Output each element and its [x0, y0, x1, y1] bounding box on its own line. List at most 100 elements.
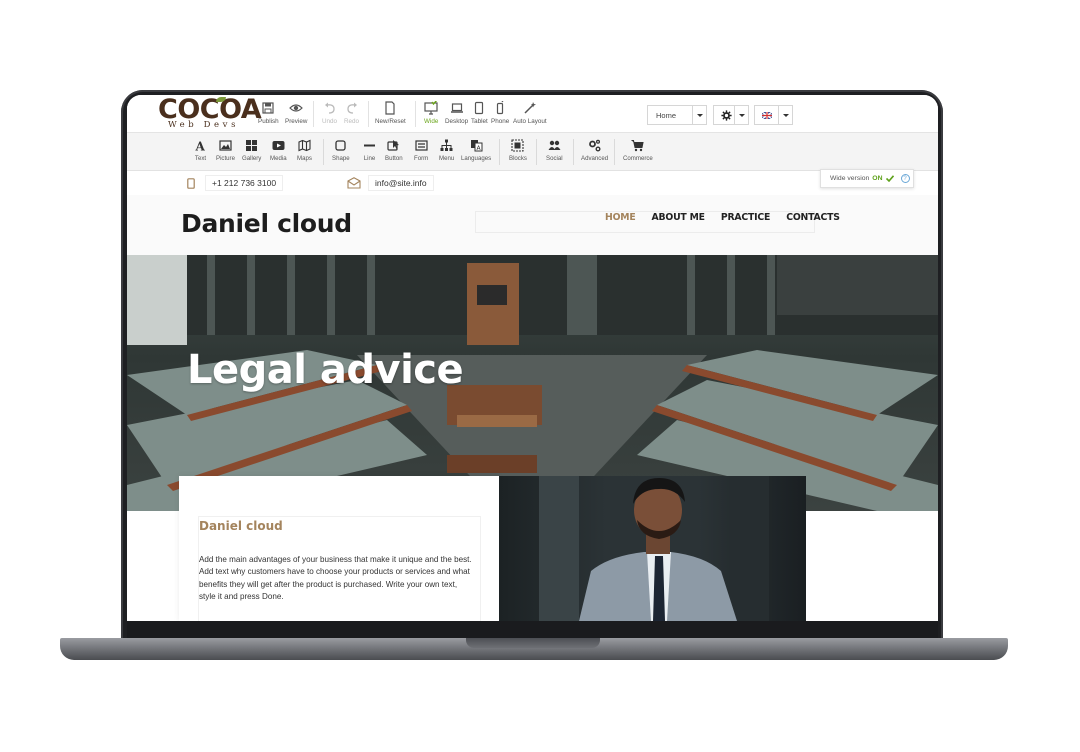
element-maps-button[interactable]: Maps [297, 139, 312, 162]
toolbar-divider [368, 101, 369, 127]
wide-view-button[interactable]: Wide [424, 101, 438, 125]
element-label: Picture [216, 155, 235, 162]
about-card: Daniel cloud Add the main advantages of … [179, 476, 499, 621]
element-gallery-button[interactable]: Gallery [242, 139, 261, 162]
element-label: Blocks [509, 155, 527, 162]
chevron-down-icon [778, 106, 792, 124]
element-line-button[interactable]: Line [363, 139, 376, 162]
eye-icon [289, 104, 304, 112]
toolbar-divider [323, 139, 324, 165]
publish-label: Publish [258, 118, 279, 125]
save-icon [262, 102, 274, 114]
text-icon: A [195, 140, 206, 153]
preview-button[interactable]: Preview [285, 101, 307, 125]
toolbar-divider [614, 139, 615, 165]
video-play-icon [272, 141, 285, 150]
element-label: Button [385, 155, 403, 162]
email-contact[interactable]: info@site.info [347, 175, 434, 191]
editor-topbar: COCOA Web Devs Publish Preview Undo Redo… [127, 95, 938, 133]
envelope-icon [347, 177, 361, 189]
help-icon[interactable]: ? [900, 174, 910, 183]
site-brand[interactable]: Daniel cloud [181, 209, 352, 238]
chevron-down-icon [734, 106, 748, 124]
sitemap-icon [440, 139, 453, 151]
undo-button[interactable]: Undo [322, 101, 337, 125]
element-form-button[interactable]: Form [414, 139, 428, 162]
element-label: Text [194, 155, 207, 162]
page-select-value: Home [656, 110, 677, 120]
phone-number: +1 212 736 3100 [205, 175, 284, 191]
element-advanced-button[interactable]: Advanced [581, 139, 608, 162]
form-icon [415, 140, 428, 151]
element-shape-button[interactable]: Shape [332, 139, 350, 162]
email-address: info@site.info [368, 175, 434, 191]
phone-contact[interactable]: +1 212 736 3100 [187, 175, 284, 191]
publish-button[interactable]: Publish [258, 101, 279, 125]
redo-button[interactable]: Redo [344, 101, 359, 125]
tablet-label: Tablet [471, 118, 488, 125]
element-label: Line [363, 155, 376, 162]
chevron-down-icon [692, 106, 706, 124]
desktop-view-button[interactable]: Desktop [445, 101, 468, 125]
button-cursor-icon [387, 140, 400, 151]
phone-view-button[interactable]: Phone [491, 101, 509, 125]
about-title[interactable]: Daniel cloud [199, 519, 283, 533]
redo-label: Redo [344, 118, 360, 125]
hero-banner: Legal advice [127, 255, 938, 511]
new-page-icon [385, 101, 395, 115]
wide-version-state: ON [872, 175, 883, 182]
toolbar-divider [499, 139, 500, 165]
uk-flag-icon [762, 111, 772, 119]
element-toolbar: A Text Picture Gallery Media Maps Shape … [127, 133, 938, 171]
about-text-line: style it and press Done. [199, 592, 284, 602]
wide-version-badge[interactable]: Wide version ON ? [820, 169, 914, 188]
language-dropdown[interactable] [754, 105, 793, 125]
phone-label: Phone [491, 118, 510, 125]
nav-about-me[interactable]: ABOUT ME [644, 212, 713, 223]
about-text-line: Add the main advantages of your business… [199, 555, 472, 564]
element-social-button[interactable]: Social [546, 139, 563, 162]
element-picture-button[interactable]: Picture [216, 139, 235, 162]
laptop-bottom-bezel [127, 621, 938, 639]
auto-layout-button[interactable]: Auto Layout [513, 101, 547, 125]
toolbar-divider [536, 139, 537, 165]
element-blocks-button[interactable]: Blocks [509, 139, 527, 162]
nav-home[interactable]: HOME [597, 212, 644, 223]
element-label: Advanced [581, 155, 609, 162]
about-text[interactable]: Add the main advantages of your business… [199, 554, 483, 604]
toolbar-divider [313, 101, 314, 127]
map-icon [298, 139, 311, 152]
element-languages-button[interactable]: A Languages [461, 139, 491, 162]
nav-contacts[interactable]: CONTACTS [778, 212, 848, 223]
element-label: Form [414, 155, 429, 162]
element-button-button[interactable]: Button [385, 139, 403, 162]
about-text-line: Add text why customers have to choose yo… [199, 567, 470, 577]
element-label: Media [270, 155, 287, 162]
undo-label: Undo [322, 118, 338, 125]
element-label: Menu [439, 155, 455, 162]
site-nav: HOME ABOUT ME PRACTICE CONTACTS [597, 212, 848, 223]
element-media-button[interactable]: Media [270, 139, 287, 162]
gear-icon [721, 109, 732, 121]
cogs-icon [589, 139, 601, 152]
laptop-screen: COCOA Web Devs Publish Preview Undo Redo… [127, 95, 938, 621]
desktop-label: Desktop [445, 118, 469, 125]
gallery-icon [246, 140, 258, 151]
element-menu-button[interactable]: Menu [439, 139, 454, 162]
man-in-suit-image [539, 476, 769, 621]
settings-dropdown[interactable] [713, 105, 749, 125]
wide-label: Wide [424, 118, 439, 125]
tablet-view-button[interactable]: Tablet [471, 101, 488, 125]
lawyer-portrait-image[interactable] [499, 476, 806, 621]
laptop-notch [466, 638, 600, 648]
redo-icon [346, 102, 357, 114]
blocks-icon [511, 139, 525, 152]
hero-title[interactable]: Legal advice [187, 347, 464, 393]
element-text-button[interactable]: A Text [194, 139, 207, 163]
page-select[interactable]: Home [647, 105, 707, 125]
nav-practice[interactable]: PRACTICE [713, 212, 778, 223]
new-reset-button[interactable]: New/Reset [375, 101, 406, 125]
element-commerce-button[interactable]: Commerce [623, 139, 653, 162]
phone-icon [497, 101, 504, 115]
translate-icon: A [470, 140, 483, 152]
